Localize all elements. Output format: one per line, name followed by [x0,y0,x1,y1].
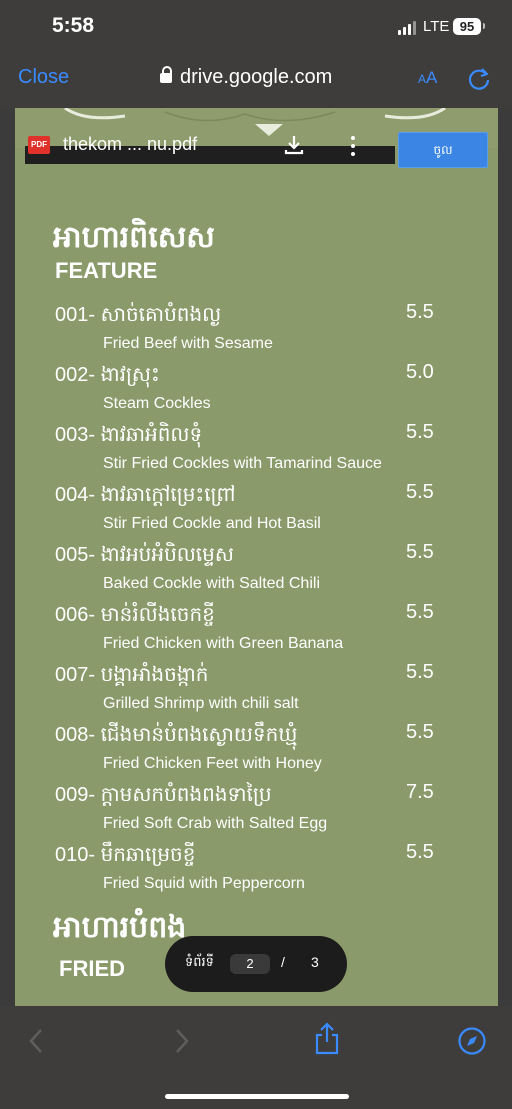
open-button[interactable]: ចូល [398,132,488,168]
menu-item: 004- ងាវឆាក្តៅម្រេះព្រៅ 5.5 Stir Fried C… [55,481,455,537]
menu-item-desc: Fried Soft Crab with Salted Egg [103,815,328,832]
menu-item: 003- ងាវឆាអំពិលទុំ 5.5 Stir Fried Cockle… [55,421,455,477]
home-indicator [165,1094,349,1099]
menu-item-name: 003- ងាវឆាអំពិលទុំ [55,424,203,446]
reload-icon[interactable] [466,66,492,92]
current-page[interactable]: 2 [230,954,270,974]
menu-item-desc: Fried Squid with Peppercorn [103,875,305,892]
total-pages: 3 [311,954,319,970]
menu-item-name: 010- មឹកឆាម្រេចខ្ចី [55,844,196,866]
url-text: drive.google.com [180,66,333,88]
close-button[interactable]: Close [18,66,69,89]
status-bar: 5:58 LTE 95 [0,0,512,56]
section-title-kh: អាហារពិសេស [53,221,215,254]
menu-item-desc: Steam Cockles [103,395,211,412]
menu-item: 001- សាច់គោបំពងល្ង 5.5 Fried Beef with S… [55,301,455,357]
download-icon[interactable] [283,134,305,156]
menu-item: 005- ងាវអប់អំបិលម្ទេស 5.5 Baked Cockle w… [55,541,455,597]
pdf-toolbar: PDF thekom ... nu.pdf [25,134,395,164]
address-bar[interactable]: drive.google.com [160,66,332,89]
menu-item-desc: Fried Beef with Sesame [103,335,273,352]
more-icon[interactable] [350,134,356,158]
menu-item-desc: Stir Fried Cockles with Tamarind Sauce [103,455,382,472]
aa-large: A [426,68,438,87]
share-icon[interactable] [314,1022,340,1056]
pdf-page: អាហារពិសេស FEATURE 001- សាច់គោបំពងល្ង 5.… [15,108,498,1006]
menu-item: 006- មាន់រំលីងចេកខ្ចី 5.5 Fried Chicken … [55,601,455,657]
menu-item-price: 5.5 [406,481,434,503]
page-separator: / [281,954,285,970]
menu-item-price: 5.5 [406,661,434,683]
signal-icon [398,19,418,35]
pdf-file-icon: PDF [28,136,50,154]
menu-item-name: 004- ងាវឆាក្តៅម្រេះព្រៅ [55,484,236,506]
menu-item-name: 006- មាន់រំលីងចេកខ្ចី [55,604,215,626]
menu-item: 010- មឹកឆាម្រេចខ្ចី 5.5 Fried Squid with… [55,841,455,897]
menu-item-desc: Grilled Shrimp with chili salt [103,695,299,712]
forward-icon[interactable] [172,1026,192,1056]
menu-item-desc: Fried Chicken with Green Banana [103,635,344,652]
menu-item-price: 5.5 [406,541,434,563]
menu-item-price: 5.0 [406,361,434,383]
menu-item-name: 001- សាច់គោបំពងល្ង [55,304,222,326]
menu-item: 009- ក្តាមសកបំពងពងទាប្រៃ 7.5 Fried Soft … [55,781,455,837]
menu-item-name: 009- ក្តាមសកបំពងពងទាប្រៃ [55,784,272,806]
network-label: LTE [423,18,450,35]
menu-item-desc: Baked Cockle with Salted Chili [103,575,320,592]
menu-item-name: 002- ងាវស្រុះ [55,364,160,386]
reader-settings-button[interactable]: AA [418,68,437,88]
battery-tip [483,23,485,29]
browser-top-bar: Close drive.google.com AA [0,56,512,108]
menu-item-desc: Fried Chicken Feet with Honey [103,755,322,772]
status-time: 5:58 [52,14,95,37]
menu-item-price: 5.5 [406,421,434,443]
menu-item-price: 5.5 [406,301,434,323]
menu-item: 002- ងាវស្រុះ 5.0 Steam Cockles [55,361,455,417]
lock-icon [160,66,172,83]
compass-icon[interactable] [457,1026,487,1056]
menu-item-name: 007- បង្គាអាំងចង្កាក់ [55,664,209,686]
menu-item-price: 5.5 [406,601,434,623]
aa-small: A [418,72,427,86]
menu-item: 008- ជើងមាន់បំពងស្ងោយទឹកឃ្មុំ 5.5 Fried … [55,721,455,777]
menu-item: 007- បង្គាអាំងចង្កាក់ 5.5 Grilled Shrimp… [55,661,455,717]
section-title-kh: អាហារបំពង [53,911,187,944]
section-title-en: FEATURE [55,258,158,283]
pdf-filename: thekom ... nu.pdf [63,134,198,154]
menu-item-desc: Stir Fried Cockle and Hot Basil [103,515,321,532]
menu-item-name: 008- ជើងមាន់បំពងស្ងោយទឹកឃ្មុំ [55,724,298,746]
page-indicator: ទំព័រទី 2 / 3 [165,936,347,992]
page-label: ទំព័រទី [185,954,214,969]
menu-item-price: 5.5 [406,721,434,743]
menu-item-price: 5.5 [406,841,434,863]
menu-item-name: 005- ងាវអប់អំបិលម្ទេស [55,544,234,566]
pdf-viewer[interactable]: អាហារពិសេស FEATURE 001- សាច់គោបំពងល្ង 5.… [0,108,512,1006]
menu-item-price: 7.5 [406,781,434,803]
back-icon[interactable] [26,1026,46,1056]
section-title-en: FRIED [59,956,125,981]
battery-icon: 95 [453,18,481,35]
